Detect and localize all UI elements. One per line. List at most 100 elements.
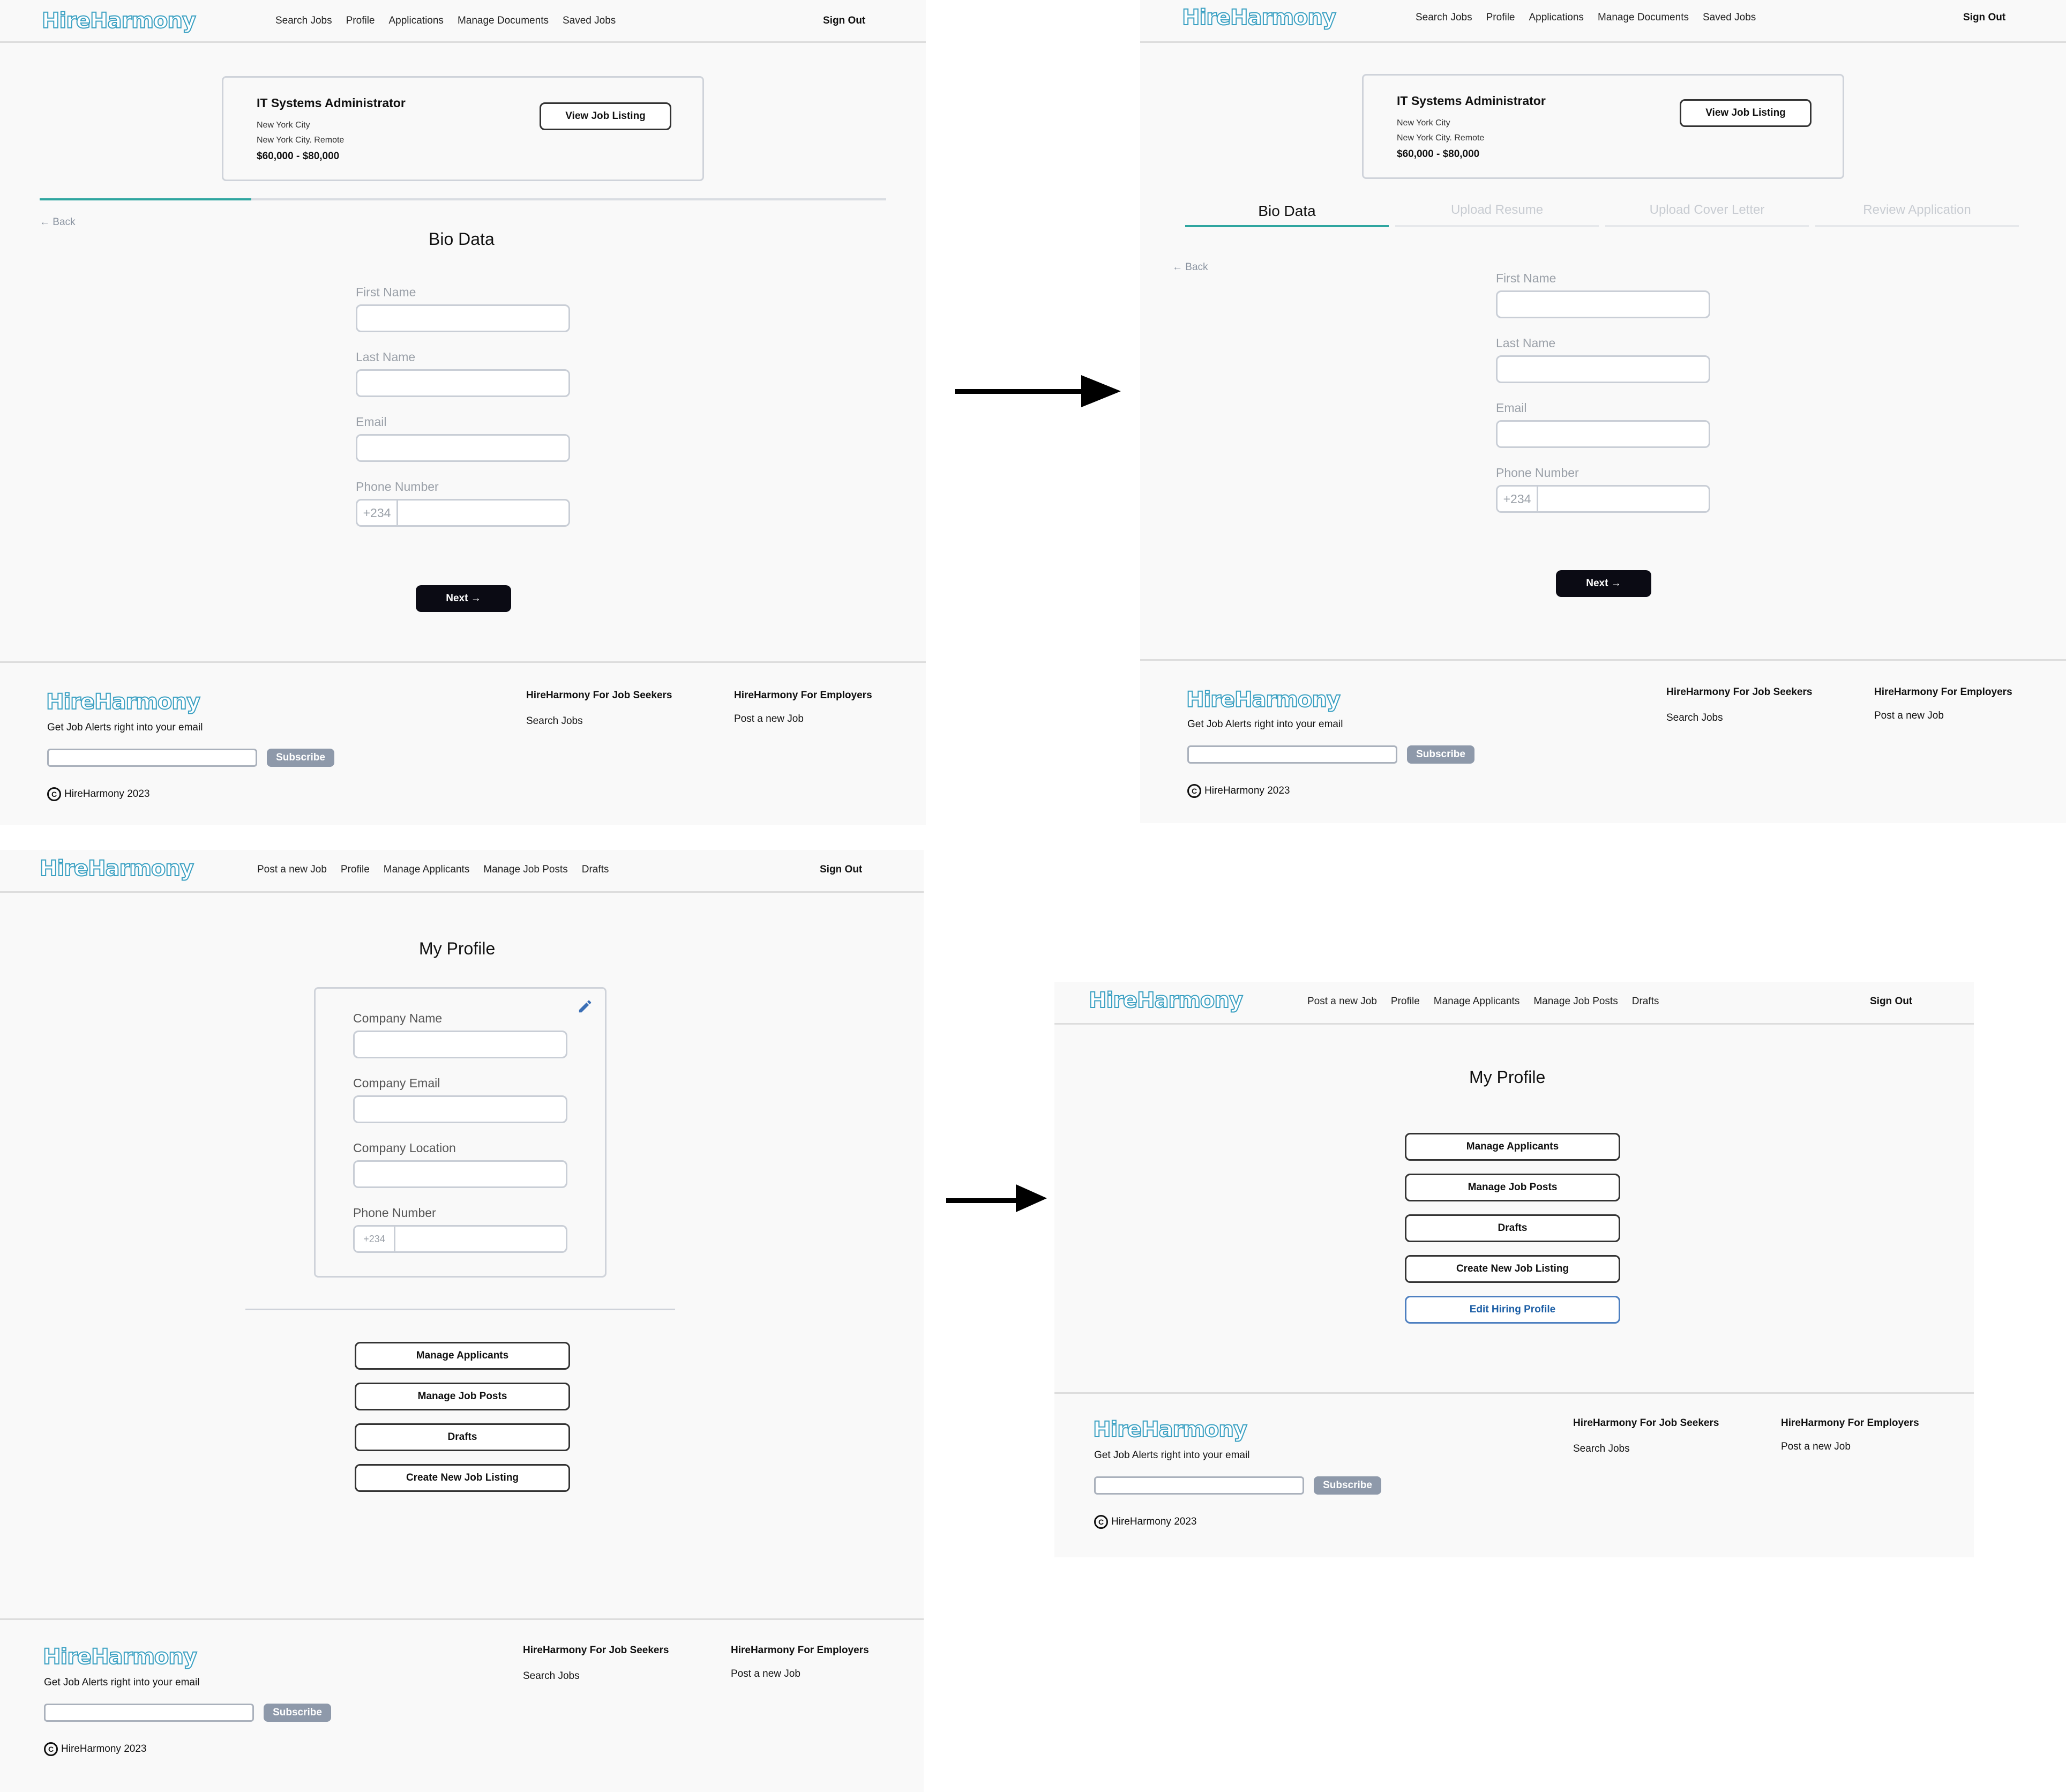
subscribe-button[interactable]: Subscribe — [1314, 1476, 1381, 1495]
nav-saved-jobs[interactable]: Saved Jobs — [1703, 12, 1756, 24]
next-button[interactable]: Next → — [416, 585, 511, 612]
job-card: IT Systems Administrator New York City N… — [1362, 74, 1844, 179]
company-location-input[interactable] — [353, 1160, 567, 1188]
back-link[interactable]: ← Back — [1172, 262, 1208, 273]
company-email-input[interactable] — [353, 1095, 567, 1123]
tab-upload-cover-letter[interactable]: Upload Cover Letter — [1605, 203, 1809, 227]
first-name-input[interactable] — [356, 304, 570, 332]
company-email-label: Company Email — [353, 1076, 440, 1090]
nav-profile[interactable]: Profile — [1391, 996, 1420, 1007]
nav-applications[interactable]: Applications — [1529, 12, 1583, 24]
email-label: Email — [1496, 401, 1527, 415]
footer-post-job-link[interactable]: Post a new Job — [734, 713, 804, 725]
phone-prefix: +234 — [1498, 487, 1538, 511]
profile-form: Company Name Company Email Company Locat… — [314, 987, 607, 1278]
last-name-input[interactable] — [1496, 355, 1710, 383]
company-location-label: Company Location — [353, 1141, 456, 1155]
company-name-input[interactable] — [353, 1031, 567, 1058]
job-location: New York City — [257, 121, 310, 130]
email-input[interactable] — [1496, 420, 1710, 448]
manage-applicants-button[interactable]: Manage Applicants — [1405, 1133, 1620, 1161]
footer-email-input[interactable] — [47, 749, 257, 767]
footer-search-jobs-link[interactable]: Search Jobs — [1666, 712, 1723, 724]
view-job-listing-button[interactable]: View Job Listing — [540, 102, 671, 130]
manage-job-posts-button[interactable]: Manage Job Posts — [355, 1383, 570, 1410]
nav-manage-documents[interactable]: Manage Documents — [1598, 12, 1689, 24]
footer-post-job-link[interactable]: Post a new Job — [1781, 1441, 1851, 1453]
back-link[interactable]: ← Back — [40, 216, 76, 228]
manage-applicants-button[interactable]: Manage Applicants — [355, 1342, 570, 1370]
create-job-listing-button[interactable]: Create New Job Listing — [1405, 1255, 1620, 1283]
footer-post-job-link[interactable]: Post a new Job — [731, 1668, 800, 1680]
nav-applications[interactable]: Applications — [388, 15, 443, 27]
phone-input[interactable]: +234 — [353, 1225, 567, 1253]
job-title: IT Systems Administrator — [257, 96, 406, 110]
footer-email-input[interactable] — [44, 1704, 254, 1722]
nav-profile[interactable]: Profile — [1486, 12, 1515, 24]
create-job-listing-button[interactable]: Create New Job Listing — [355, 1464, 570, 1492]
tab-upload-resume-label: Upload Resume — [1450, 203, 1544, 217]
nav-saved-jobs[interactable]: Saved Jobs — [563, 15, 616, 27]
copyright-icon: C — [1187, 784, 1201, 798]
email-input[interactable] — [356, 434, 570, 462]
nav-post-job[interactable]: Post a new Job — [257, 864, 327, 876]
phone-input[interactable]: +234 — [356, 499, 570, 527]
sign-out-link[interactable]: Sign Out — [823, 15, 865, 27]
job-card: IT Systems Administrator New York City N… — [222, 76, 704, 181]
tab-upload-resume[interactable]: Upload Resume — [1395, 203, 1599, 227]
nav-manage-job-posts[interactable]: Manage Job Posts — [1533, 996, 1618, 1007]
subscribe-button[interactable]: Subscribe — [264, 1704, 331, 1722]
footer-alert-text: Get Job Alerts right into your email — [1187, 719, 1343, 730]
nav-manage-applicants[interactable]: Manage Applicants — [384, 864, 470, 876]
footer-search-jobs-link[interactable]: Search Jobs — [1573, 1443, 1630, 1455]
section-title: Bio Data — [429, 229, 495, 249]
first-name-input[interactable] — [1496, 290, 1710, 318]
subscribe-button[interactable]: Subscribe — [1407, 745, 1474, 764]
section-divider — [245, 1309, 675, 1310]
edit-hiring-profile-button[interactable]: Edit Hiring Profile — [1405, 1296, 1620, 1324]
last-name-input[interactable] — [356, 369, 570, 397]
nav-drafts[interactable]: Drafts — [1632, 996, 1659, 1007]
tab-bio-data[interactable]: Bio Data — [1185, 203, 1389, 227]
phone-input[interactable]: +234 — [1496, 485, 1710, 513]
nav-profile[interactable]: Profile — [341, 864, 370, 876]
tab-underline — [1605, 225, 1809, 227]
drafts-button[interactable]: Drafts — [355, 1423, 570, 1451]
manage-job-posts-button[interactable]: Manage Job Posts — [1405, 1174, 1620, 1201]
nav-search-jobs[interactable]: Search Jobs — [1416, 12, 1472, 24]
footer-employers-heading: HireHarmony For Employers — [1874, 686, 2012, 698]
nav-manage-applicants[interactable]: Manage Applicants — [1434, 996, 1520, 1007]
tab-review-application[interactable]: Review Application — [1815, 203, 2019, 227]
view-job-listing-button[interactable]: View Job Listing — [1680, 99, 1812, 127]
footer-search-jobs-link[interactable]: Search Jobs — [523, 1670, 580, 1682]
drafts-button[interactable]: Drafts — [1405, 1214, 1620, 1242]
sign-out-link[interactable]: Sign Out — [1963, 12, 2005, 24]
pencil-edit-icon[interactable] — [577, 998, 593, 1014]
tab-bio-data-label: Bio Data — [1258, 203, 1316, 219]
copyright-text: HireHarmony 2023 — [64, 788, 150, 800]
nav-search-jobs[interactable]: Search Jobs — [275, 15, 332, 27]
nav-manage-job-posts[interactable]: Manage Job Posts — [483, 864, 567, 876]
nav-profile[interactable]: Profile — [346, 15, 375, 27]
footer-logo: HireHarmony — [46, 689, 201, 715]
navbar: HireHarmony Post a new Job Profile Manag… — [1054, 982, 1974, 1025]
nav-drafts[interactable]: Drafts — [582, 864, 609, 876]
tab-underline — [1395, 225, 1599, 227]
subscribe-button[interactable]: Subscribe — [267, 749, 334, 767]
sign-out-link[interactable]: Sign Out — [820, 864, 862, 876]
footer-email-input[interactable] — [1094, 1476, 1304, 1495]
nav-manage-documents[interactable]: Manage Documents — [458, 15, 549, 27]
footer-post-job-link[interactable]: Post a new Job — [1874, 710, 1944, 722]
footer-seekers-heading: HireHarmony For Job Seekers — [1573, 1417, 1719, 1429]
footer-search-jobs-link[interactable]: Search Jobs — [526, 715, 583, 727]
logo[interactable]: HireHarmony — [39, 856, 194, 882]
logo[interactable]: HireHarmony — [1181, 5, 1337, 31]
next-button[interactable]: Next → — [1556, 570, 1651, 597]
logo[interactable]: HireHarmony — [41, 8, 197, 34]
phone-prefix: +234 — [357, 501, 398, 525]
sign-out-link[interactable]: Sign Out — [1870, 996, 1912, 1007]
logo[interactable]: HireHarmony — [1088, 988, 1244, 1013]
transition-arrow-line — [955, 389, 1094, 394]
nav-post-job[interactable]: Post a new Job — [1307, 996, 1377, 1007]
footer-email-input[interactable] — [1187, 745, 1397, 764]
